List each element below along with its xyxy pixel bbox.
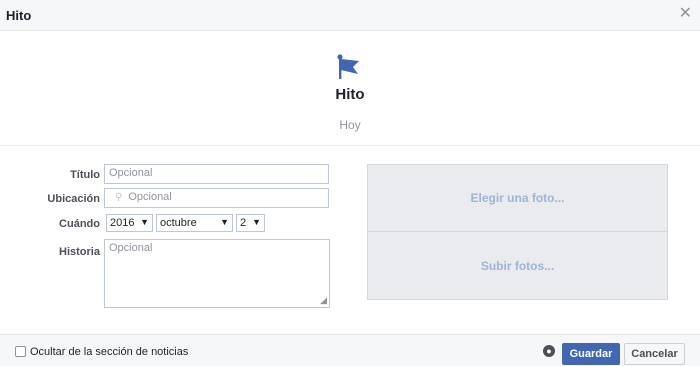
month-value: octubre <box>160 217 197 229</box>
save-label: Guardar <box>569 348 613 360</box>
photo-panel: Elegir una foto... Subir fotos... <box>367 164 668 300</box>
hide-from-news-label[interactable]: Ocultar de la sección de noticias <box>30 346 188 358</box>
flag-icon <box>337 54 359 79</box>
hero-title: Hito <box>335 86 365 103</box>
milestone-hero: Hito Hoy <box>0 31 700 146</box>
location-field[interactable]: ⚲ Opcional <box>104 188 329 208</box>
chevron-down-icon: ▼ <box>140 217 149 227</box>
chevron-down-icon: ▼ <box>252 217 261 227</box>
cancel-label: Cancelar <box>631 348 678 360</box>
location-pin-icon: ⚲ <box>115 192 123 203</box>
globe-icon[interactable]: ● <box>543 345 555 357</box>
year-select[interactable]: 2016 ▼ <box>106 214 153 232</box>
story-label: Historia <box>59 246 100 258</box>
story-textarea[interactable]: Opcional ◢ <box>104 239 330 308</box>
upload-photos-label: Subir fotos... <box>480 258 555 273</box>
location-placeholder: Opcional <box>128 191 172 203</box>
month-select[interactable]: octubre ▼ <box>156 214 233 232</box>
title-field[interactable]: Opcional <box>104 164 329 184</box>
upload-photos-button[interactable]: Subir fotos... <box>368 232 667 299</box>
title-placeholder: Opcional <box>109 167 153 179</box>
dialog-footer: Ocultar de la sección de noticias ● Guar… <box>0 334 700 366</box>
save-button[interactable]: Guardar <box>562 343 620 365</box>
cancel-button[interactable]: Cancelar <box>624 343 685 365</box>
chevron-down-icon: ▼ <box>220 217 229 227</box>
choose-photo-label: Elegir una foto... <box>470 191 565 205</box>
choose-photo-button[interactable]: Elegir una foto... <box>368 165 667 232</box>
resize-handle-icon[interactable]: ◢ <box>320 295 327 306</box>
day-select[interactable]: 2 ▼ <box>236 214 265 232</box>
dialog-title: Hito <box>6 8 32 23</box>
close-icon[interactable]: ✕ <box>679 5 692 23</box>
year-value: 2016 <box>110 217 135 229</box>
hero-date: Hoy <box>339 118 361 132</box>
title-label: Título <box>70 169 100 181</box>
dialog-header: Hito ✕ <box>0 0 700 31</box>
location-label: Ubicación <box>47 193 100 205</box>
story-placeholder: Opcional <box>109 242 153 254</box>
day-value: 2 <box>240 217 247 229</box>
when-label: Cuándo <box>59 218 100 230</box>
hide-from-news-checkbox[interactable] <box>15 346 26 357</box>
